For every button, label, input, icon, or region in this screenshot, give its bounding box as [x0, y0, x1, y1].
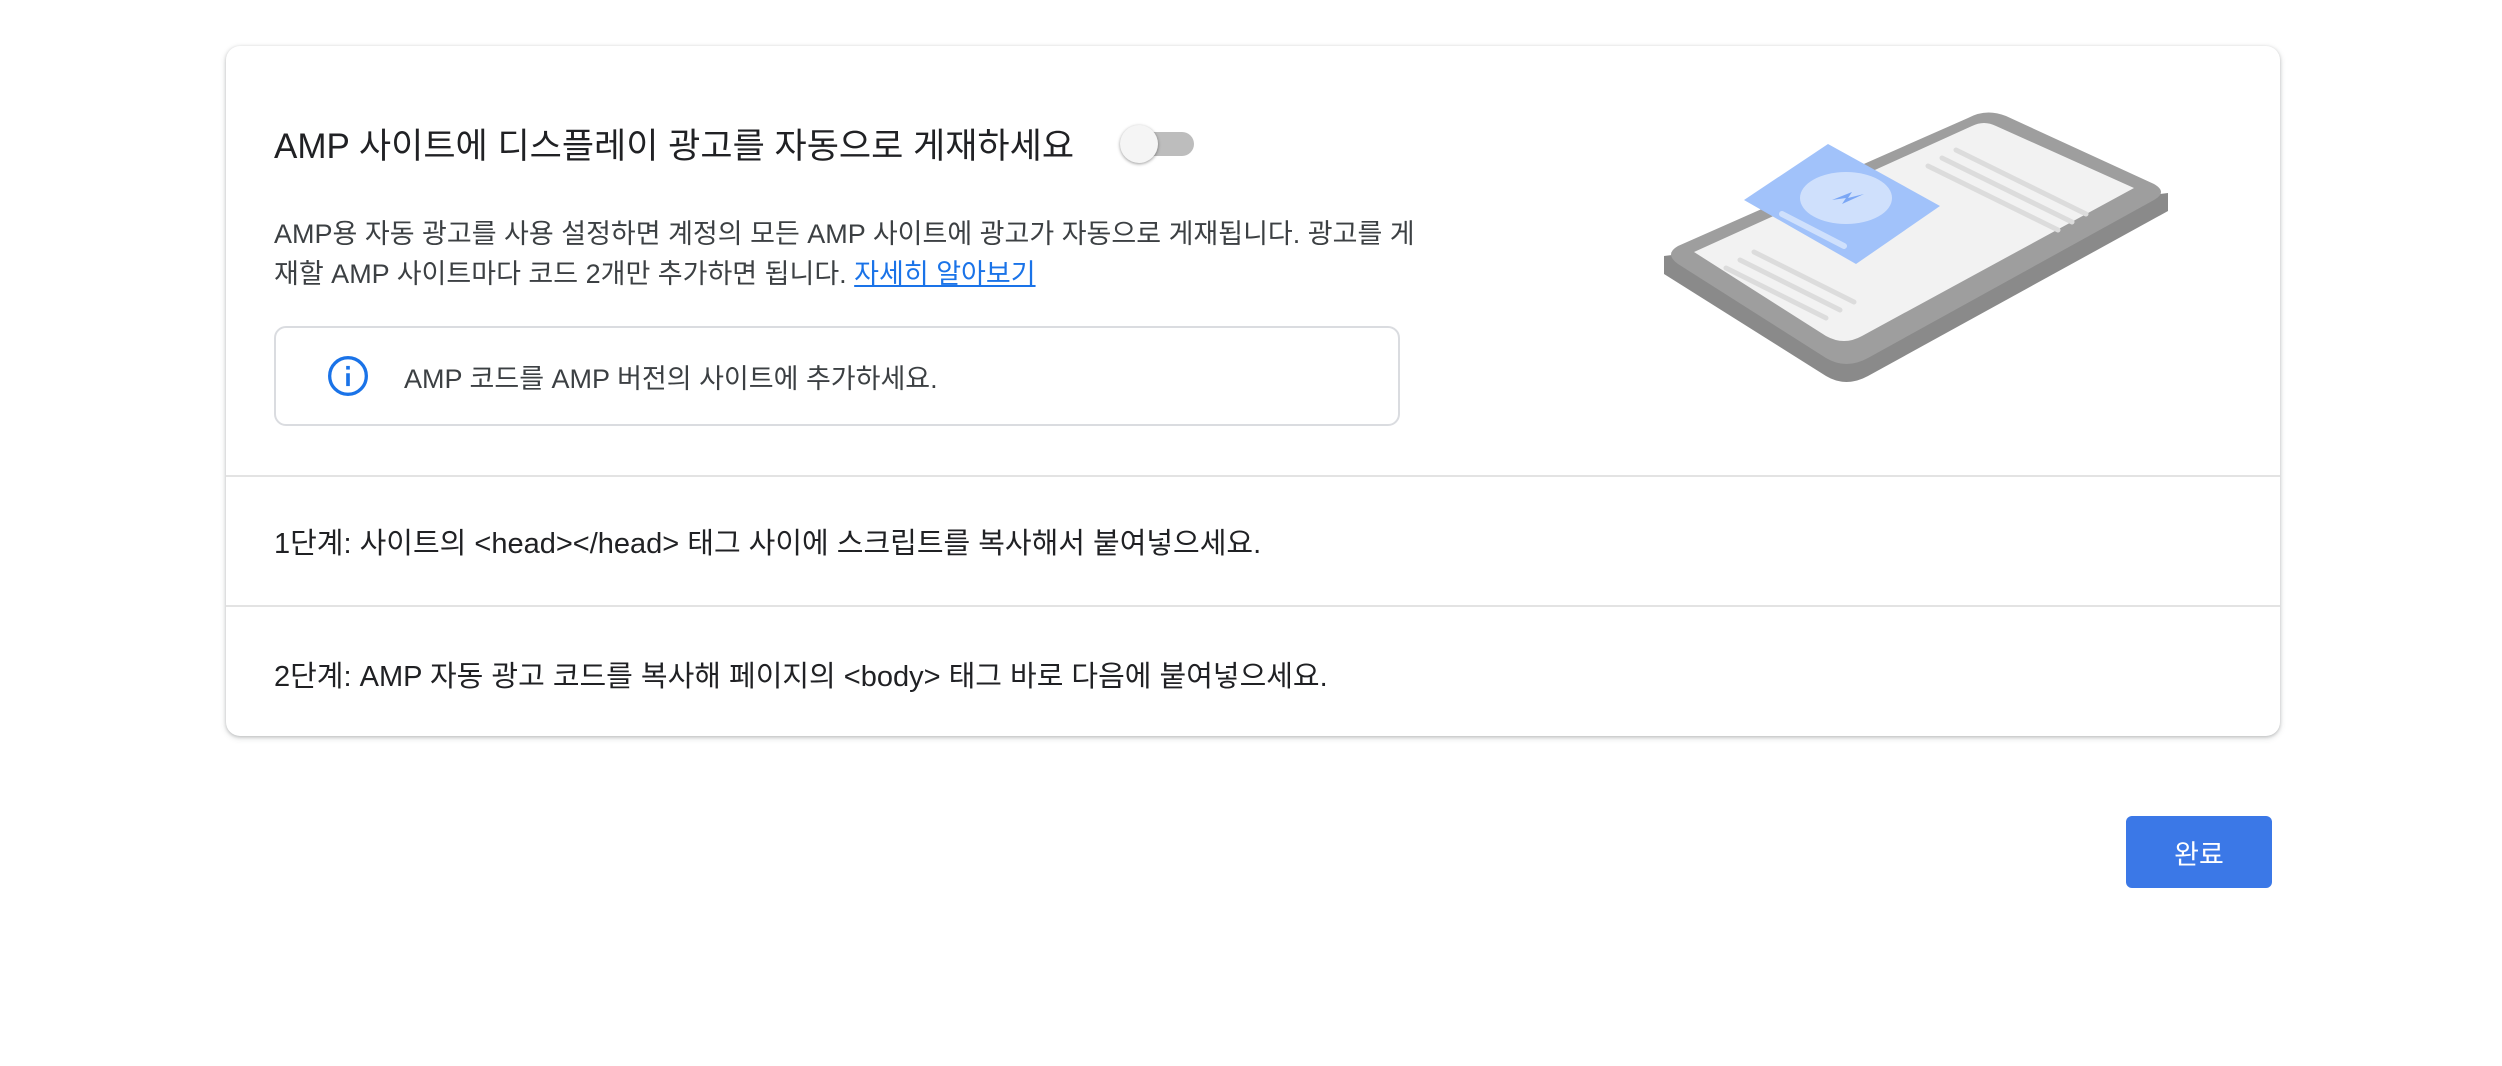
hero-section: AMP 사이트에 디스플레이 광고를 자동으로 게재하세요 AMP용 자동 광고…: [226, 46, 2280, 477]
step-2-label: 2단계: AMP 자동 광고 코드를 복사해 페이지의 <body> 태그 바로…: [274, 661, 1328, 693]
done-button[interactable]: 완료: [2126, 816, 2272, 888]
info-text: AMP 코드를 AMP 버전의 사이트에 추가하세요.: [404, 363, 938, 394]
toggle-thumb: [1120, 124, 1159, 163]
learn-more-link[interactable]: 자세히 알아보기: [854, 259, 1035, 289]
step-1[interactable]: 1단계: 사이트의 <head></head> 태그 사이에 스크립트를 복사해…: [226, 477, 2280, 607]
info-icon: [326, 354, 370, 398]
step-2[interactable]: 2단계: AMP 자동 광고 코드를 복사해 페이지의 <body> 태그 바로…: [226, 609, 2280, 736]
done-button-label: 완료: [2174, 839, 2224, 870]
page-title: AMP 사이트에 디스플레이 광고를 자동으로 게재하세요: [274, 127, 1075, 166]
phone-amp-illustration: [1656, 106, 2176, 446]
description: AMP용 자동 광고를 사용 설정하면 계정의 모든 AMP 사이트에 광고가 …: [274, 214, 1424, 294]
step-1-label: 1단계: 사이트의 <head></head> 태그 사이에 스크립트를 복사해…: [274, 528, 1262, 560]
info-banner: AMP 코드를 AMP 버전의 사이트에 추가하세요.: [274, 326, 1400, 426]
auto-ads-toggle[interactable]: [1120, 124, 1195, 164]
title-row: AMP 사이트에 디스플레이 광고를 자동으로 게재하세요: [274, 118, 1195, 169]
amp-auto-ads-card: AMP 사이트에 디스플레이 광고를 자동으로 게재하세요 AMP용 자동 광고…: [226, 46, 2280, 736]
description-text: AMP용 자동 광고를 사용 설정하면 계정의 모든 AMP 사이트에 광고가 …: [274, 219, 1415, 289]
